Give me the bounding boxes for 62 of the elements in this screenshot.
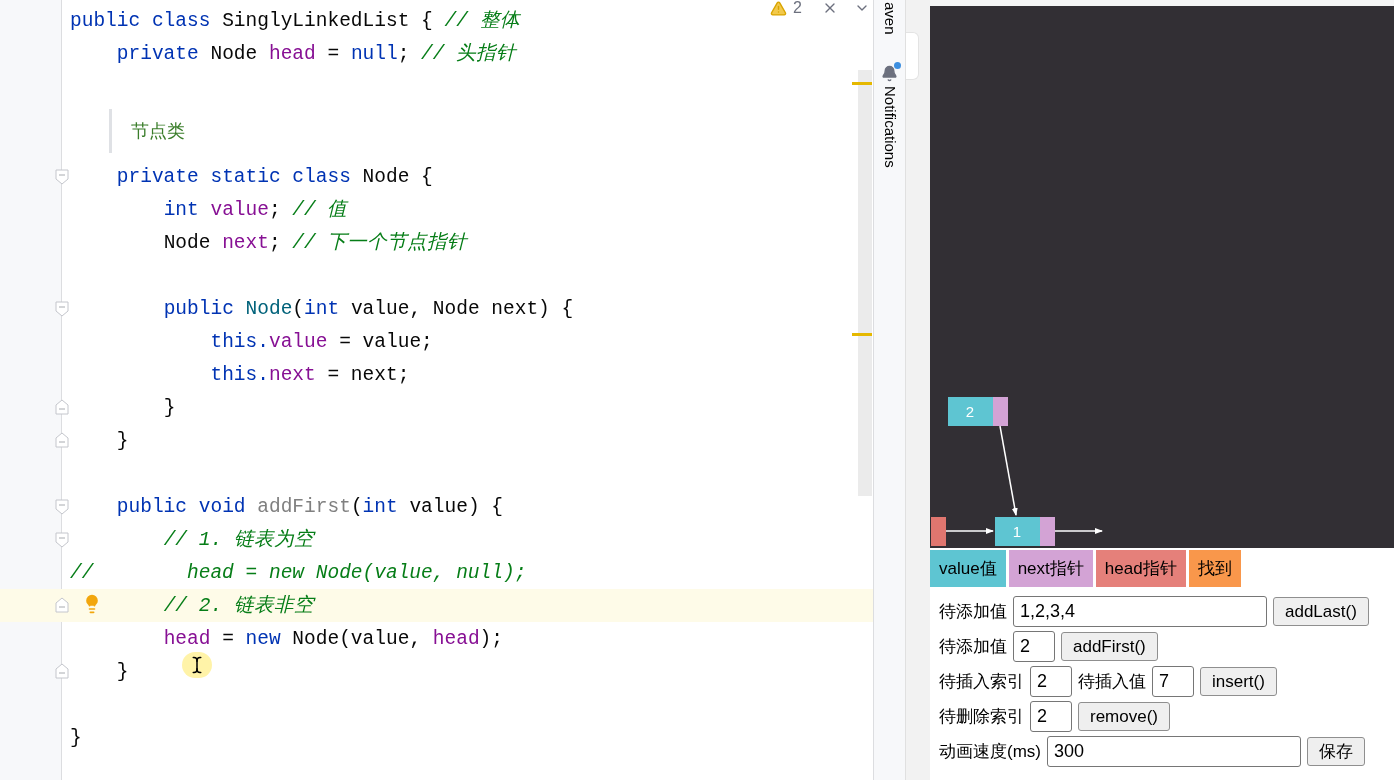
action-button[interactable]: addFirst() <box>1061 632 1158 661</box>
input-field[interactable]: 300 <box>1047 736 1301 767</box>
code-line: private Node head = null; // 头指针 <box>116 41 517 66</box>
code-line: int value; // 值 <box>163 197 348 222</box>
problem-count: 2 <box>793 0 802 18</box>
input-field[interactable]: 2 <box>1030 701 1072 732</box>
field-label: 待插入索引 <box>939 670 1024 693</box>
code-line: // head = new Node(value, null); <box>70 560 527 585</box>
input-field[interactable]: 1,2,3,4 <box>1013 596 1267 627</box>
bell-icon[interactable] <box>881 64 898 82</box>
code-line: public Node(int value, Node next) { <box>163 296 574 321</box>
field-label: 待添加值 <box>939 635 1007 658</box>
side-panel-tab[interactable] <box>906 32 919 80</box>
action-button[interactable]: remove() <box>1078 702 1170 731</box>
fold-marker-icon[interactable] <box>55 301 69 317</box>
legend-item: next指针 <box>1008 550 1093 587</box>
node-value: 2 <box>965 403 975 420</box>
fold-marker-icon[interactable] <box>55 169 69 185</box>
scrollbar-thumb[interactable] <box>858 70 872 496</box>
fold-marker-icon[interactable] <box>55 597 69 613</box>
field-label: 待插入值 <box>1078 670 1146 693</box>
warning-marker[interactable] <box>852 333 872 336</box>
warning-icon[interactable] <box>770 0 787 17</box>
node-value: 1 <box>1012 523 1022 540</box>
pointer-arrow <box>945 528 994 534</box>
field-label: 待添加值 <box>939 600 1007 623</box>
action-button[interactable]: addLast() <box>1273 597 1369 626</box>
field-label: 动画速度(ms) <box>939 740 1041 763</box>
tool-window-tab[interactable]: aven <box>878 2 901 35</box>
code-line: } <box>116 428 129 453</box>
code-line: Node next; // 下一个节点指针 <box>163 230 468 255</box>
input-field[interactable]: 2 <box>1013 631 1055 662</box>
input-field[interactable]: 2 <box>1030 666 1072 697</box>
code-line: // 2. 链表非空 <box>163 593 314 618</box>
warning-marker[interactable] <box>852 82 872 85</box>
code-line: this.next = next; <box>210 362 410 387</box>
code-line: } <box>163 395 176 420</box>
fold-marker-icon[interactable] <box>55 432 69 448</box>
code-line: private static class Node { <box>116 164 433 189</box>
fold-marker-icon[interactable] <box>55 532 69 548</box>
code-line: // 1. 链表为空 <box>163 527 314 552</box>
code-line: this.value = value; <box>210 329 433 354</box>
code-line: } <box>70 725 82 750</box>
mouse-cursor-icon <box>182 652 212 678</box>
code-line: } <box>116 659 129 684</box>
legend-item: value值 <box>930 550 1006 587</box>
head-pointer <box>931 517 946 546</box>
doc-comment: 节点类 <box>131 119 185 143</box>
action-button[interactable]: insert() <box>1200 667 1277 696</box>
fold-marker-icon[interactable] <box>55 499 69 515</box>
action-button[interactable]: 保存 <box>1307 737 1365 766</box>
code-line: head = new Node(value, head); <box>163 626 503 651</box>
fold-marker-icon[interactable] <box>55 399 69 415</box>
legend-item: head指针 <box>1095 550 1186 587</box>
pointer-arrow <box>1054 528 1103 534</box>
legend-item: 找到 <box>1188 550 1241 587</box>
code-line: public void addFirst(int value) { <box>116 494 503 519</box>
tool-window-tab[interactable]: Notifications <box>878 85 901 168</box>
field-label: 待删除索引 <box>939 705 1024 728</box>
code-line: public class SinglyLinkedList { // 整体 <box>70 8 520 33</box>
fold-marker-icon[interactable] <box>55 663 69 679</box>
input-field[interactable]: 7 <box>1152 666 1194 697</box>
